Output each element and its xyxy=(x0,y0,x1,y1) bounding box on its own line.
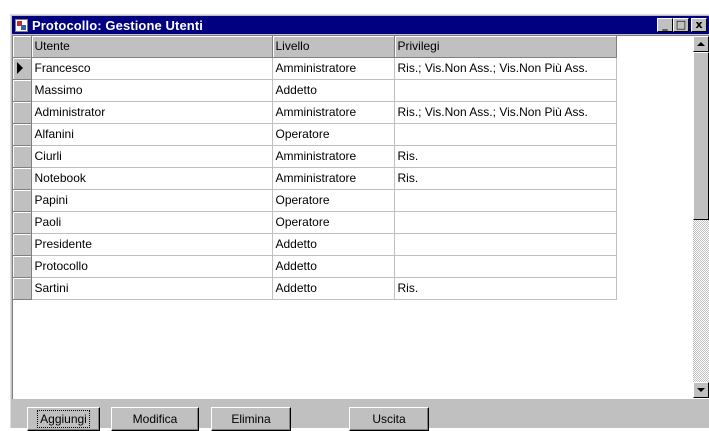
row-selector[interactable] xyxy=(13,145,32,168)
cell-privilegi[interactable] xyxy=(394,255,617,278)
uscita-button[interactable]: Uscita xyxy=(349,407,429,431)
current-row-arrow-icon xyxy=(17,62,23,74)
cell-privilegi[interactable]: Ris.; Vis.Non Ass.; Vis.Non Più Ass. xyxy=(394,101,617,124)
maximize-button[interactable]: □ xyxy=(673,18,689,32)
column-header-livello[interactable]: Livello xyxy=(272,36,395,58)
main-window: Protocollo: Gestione Utenti _ □ x Utente… xyxy=(10,14,709,431)
vertical-scrollbar[interactable] xyxy=(693,36,709,398)
cell-privilegi[interactable] xyxy=(394,211,617,234)
aggiungi-label: Aggiungi xyxy=(37,410,90,428)
cell-privilegi[interactable]: Ris.; Vis.Non Ass.; Vis.Non Più Ass. xyxy=(394,57,617,80)
window-title: Protocollo: Gestione Utenti xyxy=(32,17,203,33)
table-row[interactable]: Administrator Amministratore Ris.; Vis.Non… xyxy=(13,101,617,124)
cell-livello[interactable]: Addetto xyxy=(272,233,395,256)
row-selector[interactable] xyxy=(13,211,32,234)
table-row[interactable]: Francesco Amministratore Ris.; Vis.Non Ass… xyxy=(13,57,617,80)
button-bar: Aggiungi Modifica Elimina Uscita xyxy=(11,399,709,431)
column-header-utente[interactable]: Utente xyxy=(31,36,273,58)
row-selector[interactable] xyxy=(13,57,32,80)
cell-utente[interactable]: Administrator xyxy=(31,101,273,124)
cell-livello[interactable]: Operatore xyxy=(272,211,395,234)
cell-privilegi[interactable] xyxy=(394,233,617,256)
cell-privilegi[interactable]: Ris. xyxy=(394,167,617,190)
cell-livello[interactable]: Amministratore xyxy=(272,101,395,124)
cell-utente[interactable]: Sartini xyxy=(31,277,273,300)
table-row[interactable]: Massimo Addetto xyxy=(13,79,617,102)
scroll-thumb[interactable] xyxy=(693,52,709,220)
row-selector[interactable] xyxy=(13,189,32,212)
row-selector[interactable] xyxy=(13,79,32,102)
row-selector[interactable] xyxy=(13,233,32,256)
row-selector[interactable] xyxy=(13,277,32,300)
cell-utente[interactable]: Paoli xyxy=(31,211,273,234)
cell-privilegi[interactable] xyxy=(394,123,617,146)
row-selector[interactable] xyxy=(13,255,32,278)
table-row[interactable]: Notebook Amministratore Ris. xyxy=(13,167,617,190)
app-icon[interactable] xyxy=(15,18,28,32)
cell-utente[interactable]: Francesco xyxy=(31,57,273,80)
arrow-up-icon xyxy=(697,42,705,46)
header-corner xyxy=(13,36,32,58)
users-table: Utente Livello Privilegi Francesco Ammini… xyxy=(13,36,617,300)
cell-privilegi[interactable]: Ris. xyxy=(394,277,617,300)
close-button[interactable]: x xyxy=(691,18,707,32)
table-row[interactable]: Protocollo Addetto xyxy=(13,255,617,278)
row-selector[interactable] xyxy=(13,101,32,124)
scroll-up-button[interactable] xyxy=(693,36,709,52)
arrow-down-icon xyxy=(697,388,705,392)
cell-utente[interactable]: Protocollo xyxy=(31,255,273,278)
cell-livello[interactable]: Amministratore xyxy=(272,167,395,190)
cell-livello[interactable]: Operatore xyxy=(272,189,395,212)
cell-privilegi[interactable] xyxy=(394,79,617,102)
table-row[interactable]: Sartini Addetto Ris. xyxy=(13,277,617,300)
column-header-privilegi[interactable]: Privilegi xyxy=(394,36,617,58)
cell-livello[interactable]: Addetto xyxy=(272,79,395,102)
users-grid[interactable]: Utente Livello Privilegi Francesco Ammini… xyxy=(12,35,709,399)
header-row: Utente Livello Privilegi xyxy=(13,36,617,58)
cell-privilegi[interactable]: Ris. xyxy=(394,145,617,168)
row-selector[interactable] xyxy=(13,123,32,146)
row-selector[interactable] xyxy=(13,167,32,190)
elimina-button[interactable]: Elimina xyxy=(211,407,291,431)
elimina-label: Elimina xyxy=(231,412,271,426)
cell-utente[interactable]: Alfanini xyxy=(31,123,273,146)
cell-utente[interactable]: Massimo xyxy=(31,79,273,102)
title-bar[interactable]: Protocollo: Gestione Utenti _ □ x xyxy=(12,16,709,34)
modifica-button[interactable]: Modifica xyxy=(111,407,199,431)
minimize-button[interactable]: _ xyxy=(657,18,673,32)
uscita-label: Uscita xyxy=(372,412,406,426)
table-row[interactable]: Paoli Operatore xyxy=(13,211,617,234)
cell-utente[interactable]: Notebook xyxy=(31,167,273,190)
cell-livello[interactable]: Amministratore xyxy=(272,57,395,80)
scroll-down-button[interactable] xyxy=(693,382,709,398)
table-row[interactable]: Papini Operatore xyxy=(13,189,617,212)
table-row[interactable]: Alfanini Operatore xyxy=(13,123,617,146)
cell-livello[interactable]: Amministratore xyxy=(272,145,395,168)
caption-buttons: _ □ x xyxy=(657,18,707,32)
cell-livello[interactable]: Addetto xyxy=(272,277,395,300)
cell-livello[interactable]: Addetto xyxy=(272,255,395,278)
modifica-label: Modifica xyxy=(132,412,178,426)
table-row[interactable]: Presidente Addetto xyxy=(13,233,617,256)
cell-utente[interactable]: Presidente xyxy=(31,233,273,256)
cell-livello[interactable]: Operatore xyxy=(272,123,395,146)
cell-utente[interactable]: Papini xyxy=(31,189,273,212)
table-row[interactable]: Ciurli Amministratore Ris. xyxy=(13,145,617,168)
aggiungi-button[interactable]: Aggiungi xyxy=(27,407,100,431)
cell-utente[interactable]: Ciurli xyxy=(31,145,273,168)
cell-privilegi[interactable] xyxy=(394,189,617,212)
